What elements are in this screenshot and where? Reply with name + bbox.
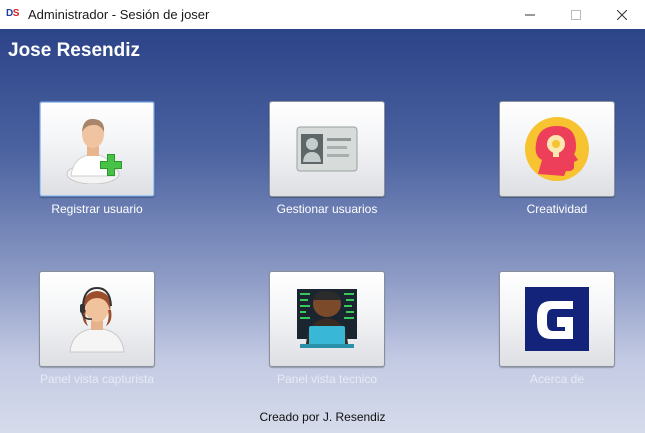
manage-users-button[interactable] [269,101,385,197]
minimize-button[interactable] [507,0,553,29]
minimize-icon [525,14,535,15]
title-bar: DS Administrador - Sesión de joser [0,0,645,29]
register-user-label: Registrar usuario [51,202,143,216]
about-logo-icon [525,287,589,351]
creativity-head-icon [525,117,589,181]
footer-credit: Creado por J. Resendiz [259,410,386,424]
id-card-icon [296,126,358,172]
creativity-label: Creatividad [526,202,588,216]
main-panel: Jose Resendiz Registrar usuario Gestiona… [0,29,645,433]
capturist-panel-label: Panel vista capturista [39,372,155,386]
technician-icon [297,289,357,348]
maximize-button[interactable] [553,0,599,29]
maximize-icon [571,9,581,20]
register-user-button[interactable] [39,101,155,197]
technician-panel-label: Panel vista tecnico [276,372,378,386]
add-user-icon [66,118,122,184]
capturist-panel-button[interactable] [39,271,155,367]
about-button[interactable] [499,271,615,367]
app-logo-icon: DS [6,8,19,19]
window-title: Administrador - Sesión de joser [28,7,210,22]
operator-headset-icon [69,286,125,353]
manage-users-label: Gestionar usuarios [276,202,378,216]
close-icon [617,9,627,20]
user-name-heading: Jose Resendiz [8,40,140,61]
close-button[interactable] [599,0,645,29]
technician-panel-button[interactable] [269,271,385,367]
about-label: Acerca de [529,372,585,386]
creativity-button[interactable] [499,101,615,197]
